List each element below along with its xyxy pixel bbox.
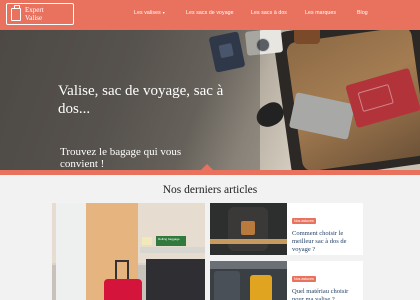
- article-tag[interactable]: Nos astuces: [292, 218, 316, 224]
- featured-case-handle: [115, 260, 129, 280]
- hero-banner: Valise, sac de voyage, sac à dos... Trou…: [0, 30, 420, 170]
- article-image[interactable]: [210, 203, 287, 255]
- hero-leather-bag: [294, 30, 320, 44]
- backpack-strap: [210, 239, 287, 244]
- nav-item-valises[interactable]: Les valises ▾: [134, 10, 165, 16]
- article-tag[interactable]: Nos astuces: [292, 276, 316, 282]
- nav-item-label: Les marques: [305, 10, 337, 16]
- backpack-patch: [241, 221, 255, 235]
- nav-item-marques[interactable]: Les marques: [305, 10, 336, 16]
- featured-gate: [146, 259, 205, 300]
- hero-title: Valise, sac de voyage, sac à dos...: [58, 83, 224, 117]
- nav-item-label: Blog: [357, 10, 368, 16]
- featured-sign-small: [142, 237, 152, 245]
- main-nav: Les valises ▾ Les sacs de voyage Les sacs…: [0, 10, 420, 22]
- image-light: [210, 261, 287, 269]
- nav-item-label: Les sacs à dos: [251, 10, 288, 16]
- nav-item-sacs-a-dos[interactable]: Les sacs à dos: [251, 10, 287, 16]
- featured-rail: [140, 247, 205, 253]
- article-image[interactable]: [210, 261, 287, 300]
- article-card[interactable]: Nos astuces Comment choisir le meilleur …: [210, 203, 363, 255]
- yellow-suitcase-shape: [250, 275, 272, 300]
- nav-item-blog[interactable]: Blog: [357, 10, 368, 16]
- article-body: Nos astuces Quel matériau choisir pour m…: [292, 267, 360, 300]
- featured-red-suitcase: [104, 279, 142, 300]
- article-card[interactable]: Nos astuces Quel matériau choisir pour m…: [210, 261, 363, 300]
- chevron-down-icon: ▾: [162, 10, 165, 15]
- featured-pillar: [56, 203, 86, 300]
- article-title[interactable]: Comment choisir le meilleur sac à dos de…: [292, 230, 360, 254]
- featured-article-image[interactable]: Rolling baggage: [52, 203, 205, 300]
- site-header: Expert Valise Les valises ▾ Les sacs de v…: [0, 0, 420, 30]
- featured-sign-text: Rolling baggage: [158, 237, 180, 241]
- nav-item-label: Les valises: [134, 10, 161, 16]
- grey-suitcase-shape: [214, 271, 240, 300]
- article-body: Nos astuces Comment choisir le meilleur …: [292, 209, 360, 254]
- section-title: Nos derniers articles: [162, 184, 258, 196]
- hero-subtitle: Trouvez le bagage qui vous convient !: [60, 146, 182, 170]
- article-title[interactable]: Quel matériau choisir pour ma valise ?: [292, 288, 360, 300]
- nav-item-sacs-de-voyage[interactable]: Les sacs de voyage: [186, 10, 234, 16]
- accent-strip: [0, 170, 420, 175]
- nav-item-label: Les sacs de voyage: [186, 10, 234, 16]
